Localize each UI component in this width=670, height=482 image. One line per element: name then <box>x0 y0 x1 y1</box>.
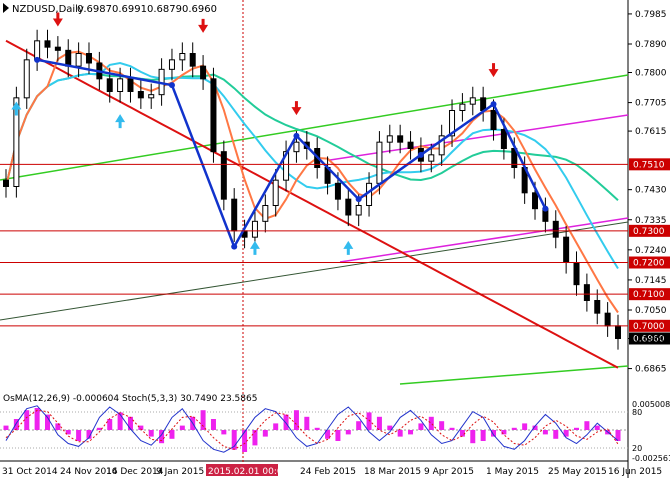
osc-tick-label: -0.002561 <box>632 454 670 463</box>
candle-body <box>117 78 124 93</box>
y-tick-label: 0.7615 <box>635 127 667 137</box>
zigzag-node <box>417 151 424 158</box>
candle-body <box>604 312 611 327</box>
y-tick-label: 0.7430 <box>635 186 667 196</box>
candle-body <box>65 49 72 67</box>
x-tick-label: 2015.02.01 00:00 <box>208 467 289 477</box>
candle-body <box>262 205 269 222</box>
x-tick-label: 25 May 2015 <box>548 467 607 477</box>
candle-body <box>168 59 175 70</box>
candle-body <box>179 53 186 61</box>
candle-body <box>189 53 196 67</box>
candle-body <box>200 65 207 80</box>
candle-body <box>355 205 362 216</box>
x-tick-label: 9 Jan 2015 <box>156 467 204 477</box>
candle-body <box>428 154 435 162</box>
candle-body <box>231 198 238 232</box>
candle-body <box>459 103 466 111</box>
y-tick-label: 0.7335 <box>635 216 667 226</box>
candle-body <box>54 46 61 51</box>
candle-body <box>293 141 300 153</box>
y-tick-label: 0.7705 <box>635 99 667 109</box>
candle-body <box>376 141 383 184</box>
candle-body <box>573 262 580 286</box>
zigzag-node <box>355 196 362 203</box>
candle-body <box>552 220 559 238</box>
candle-body <box>532 192 539 210</box>
candle-body <box>500 129 507 149</box>
ohlc-open: 0.6987 <box>77 4 112 15</box>
candle-body <box>210 78 217 153</box>
x-tick-label: 1 May 2015 <box>486 467 539 477</box>
ohlc-close: 0.6960 <box>182 4 217 15</box>
level-badge-label: 0.7000 <box>633 322 665 332</box>
chart-title: NZDUSD,Daily <box>12 4 84 15</box>
candle-body <box>594 300 601 314</box>
y-tick-label: 0.7890 <box>635 40 667 50</box>
level-badge-label: 0.7200 <box>633 259 665 269</box>
candle-body <box>386 135 393 143</box>
x-tick-label: 31 Oct 2014 <box>2 467 58 477</box>
candle-body <box>334 182 341 200</box>
candle-body <box>469 97 476 105</box>
candle-body <box>397 135 404 143</box>
ohlc-low: 0.6879 <box>147 4 182 15</box>
level-badge-label: 0.7300 <box>633 227 665 237</box>
candle-body <box>615 325 621 340</box>
zigzag-node <box>490 101 497 108</box>
candle-body <box>272 179 279 207</box>
y-tick-label: 0.7800 <box>635 69 667 79</box>
candle-body <box>251 220 258 238</box>
x-tick-label: 24 Feb 2015 <box>300 467 356 477</box>
candle-body <box>137 91 144 99</box>
y-tick-label: 0.6865 <box>635 365 667 375</box>
candle-body <box>490 110 497 130</box>
zigzag-node <box>231 243 238 250</box>
zigzag-node <box>34 56 41 63</box>
candle-body <box>44 40 51 48</box>
zigzag-node <box>542 205 549 212</box>
candle-body <box>583 284 590 301</box>
candle-body <box>480 97 487 112</box>
candle-body <box>127 78 134 93</box>
y-tick-label: 0.7050 <box>635 306 667 316</box>
level-badge-label: 0.7510 <box>633 160 665 170</box>
candle-body <box>23 59 30 99</box>
y-tick-label: 0.7985 <box>635 10 667 20</box>
y-tick-label: 0.7240 <box>635 246 667 256</box>
osc-tick-label: 80 <box>632 408 642 417</box>
x-tick-label: 18 Mar 2015 <box>364 467 421 477</box>
candle-body <box>220 151 227 200</box>
candle-body <box>407 141 414 150</box>
osc-title: OsMA(12,26,9) -0.000604 Stoch(5,3,3) 30.… <box>3 394 257 404</box>
y-tick-label: 0.6960 <box>635 335 667 345</box>
osc-tick-label: 20 <box>632 444 642 453</box>
chart: 0.7510 0.7300 0.7200 0.7100 0.7000 0.6960 0.0… <box>0 0 670 482</box>
candle-body <box>563 236 570 264</box>
candle-body <box>3 179 9 188</box>
level-badge-label: 0.7100 <box>633 290 665 300</box>
zigzag-node <box>168 82 175 89</box>
ohlc-high: 0.6991 <box>112 4 147 15</box>
zigzag-node <box>293 132 300 139</box>
candle-body <box>345 198 352 216</box>
x-tick-label: 9 Apr 2015 <box>424 467 474 477</box>
candle-body <box>148 94 155 99</box>
x-tick-label: 16 Jun 2015 <box>608 467 662 477</box>
y-tick-label: 0.7145 <box>635 276 667 286</box>
candle-body <box>85 53 92 64</box>
candle-body <box>106 78 113 93</box>
candle-body <box>75 53 82 67</box>
